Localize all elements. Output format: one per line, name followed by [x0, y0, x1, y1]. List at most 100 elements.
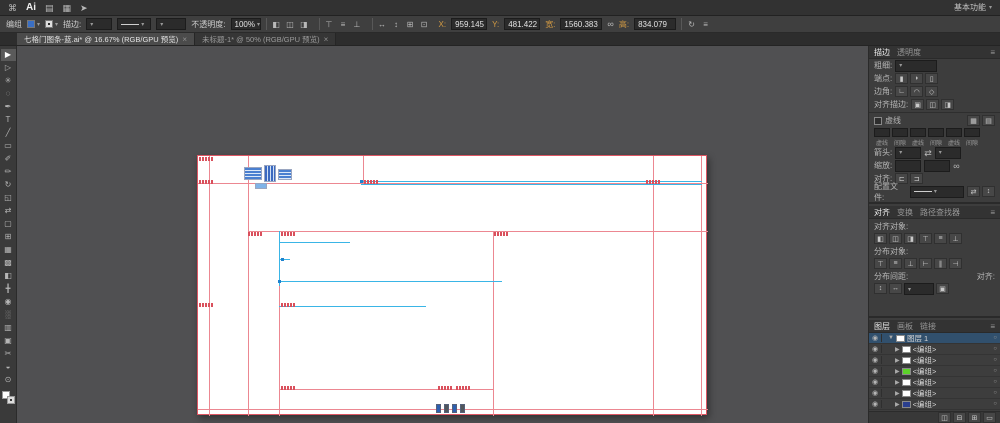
panel-menu-icon[interactable]: ≡ [990, 208, 995, 217]
expand-arrow-icon[interactable]: ▶ [895, 401, 900, 408]
link-scale-icon[interactable]: ∞ [953, 158, 959, 174]
pen-tool[interactable]: ✒ [1, 101, 16, 113]
slice-tool[interactable]: ✂ [1, 348, 16, 360]
align-left-icon[interactable]: ◧ [270, 18, 283, 30]
bevel-join-icon[interactable]: ◇ [925, 86, 938, 97]
arrowhead-start-dropdown[interactable]: ▾ [895, 147, 921, 159]
expand-arrow-icon[interactable]: ▶ [895, 379, 900, 386]
stroke-swatch[interactable] [7, 396, 15, 404]
projecting-cap-icon[interactable]: ▯ [925, 73, 938, 84]
scale-end-field[interactable] [924, 160, 950, 172]
flip-across-icon[interactable]: ↕ [982, 186, 995, 197]
collect-for-export-icon[interactable]: ◫ [938, 412, 951, 423]
tab-align[interactable]: 对齐 [874, 207, 890, 218]
visibility-eye-icon[interactable]: ◉ [869, 389, 882, 397]
layer-row[interactable]: ◉▶<编组>○ [869, 399, 1000, 410]
symbol-sprayer-tool[interactable]: ░ [1, 309, 16, 321]
blend-tool[interactable]: ◉ [1, 296, 16, 308]
document-tab-1[interactable]: 七格门图条-蓝.ai* @ 16.67% (RGB/GPU 预览) × [17, 33, 195, 45]
constrain-proportions-icon[interactable]: ∞ [607, 16, 613, 32]
flip-along-icon[interactable]: ⇄ [967, 186, 980, 197]
tab-links[interactable]: 链接 [920, 321, 936, 332]
artwork-tile[interactable] [460, 404, 465, 413]
expand-arrow-icon[interactable]: ▶ [895, 368, 900, 375]
document-tab-2[interactable]: 未标题-1* @ 50% (RGB/GPU 预览) × [195, 33, 336, 45]
dash-field[interactable] [946, 128, 962, 137]
butt-cap-icon[interactable]: ▮ [895, 73, 908, 84]
dist-left-icon[interactable]: ⊢ [919, 258, 932, 269]
panel-menu-icon[interactable]: ≡ [990, 322, 995, 331]
tab-layers[interactable]: 图层 [874, 321, 890, 332]
visibility-eye-icon[interactable]: ◉ [869, 400, 882, 408]
align-left-icon[interactable]: ◧ [874, 233, 887, 244]
layer-row[interactable]: ◉▼图层 1○ [869, 333, 1000, 344]
brush-definition-dropdown[interactable]: ▾ [117, 18, 151, 30]
stroke-center-icon[interactable]: ▣ [911, 99, 924, 110]
target-icon[interactable]: ○ [993, 401, 997, 407]
shape-builder-tool[interactable]: ⊞ [1, 231, 16, 243]
stroke-color-swatch[interactable]: ▾ [45, 20, 58, 28]
visibility-eye-icon[interactable]: ◉ [869, 345, 882, 353]
align-dash-icon[interactable]: ▤ [982, 115, 995, 126]
expand-arrow-icon[interactable]: ▶ [895, 346, 900, 353]
tab-artboards[interactable]: 画板 [897, 321, 913, 332]
tab-transparency[interactable]: 透明度 [897, 47, 921, 58]
new-sublayer-icon[interactable]: ⊟ [953, 412, 966, 423]
perspective-grid-tool[interactable]: ▦ [1, 244, 16, 256]
rectangle-tool[interactable]: ▭ [1, 140, 16, 152]
type-tool[interactable]: T [1, 114, 16, 126]
artwork-tile[interactable] [436, 404, 441, 413]
layer-row[interactable]: ◉▶<编组>○ [869, 388, 1000, 399]
width-profile-dropdown[interactable]: ▾ [910, 186, 964, 198]
close-icon[interactable]: × [324, 35, 329, 44]
target-icon[interactable]: ○ [993, 346, 997, 352]
anchor-point[interactable] [278, 280, 281, 283]
expand-arrow-icon[interactable]: ▶ [895, 390, 900, 397]
align-bottom-icon[interactable]: ⊥ [351, 18, 364, 30]
rotate-icon[interactable]: ↻ [685, 18, 698, 30]
layer-row[interactable]: ◉▶<编组>○ [869, 377, 1000, 388]
workspace-switcher[interactable]: 基本功能 ▾ [954, 2, 992, 13]
dist-top-icon[interactable]: ⊤ [874, 258, 887, 269]
expand-arrow-icon[interactable]: ▼ [888, 335, 894, 341]
style-dropdown[interactable]: ▾ [156, 18, 186, 30]
tab-transform[interactable]: 变换 [897, 207, 913, 218]
fill-stroke-swatches[interactable] [2, 391, 15, 404]
target-icon[interactable]: ○ [993, 335, 997, 341]
dashed-line-checkbox[interactable] [874, 117, 882, 125]
dash-field[interactable] [874, 128, 890, 137]
direct-selection-tool[interactable]: ▷ [1, 62, 16, 74]
free-transform-tool[interactable]: ▢ [1, 218, 16, 230]
tab-pathfinder[interactable]: 路径查找器 [920, 207, 960, 218]
gradient-tool[interactable]: ◧ [1, 270, 16, 282]
eyedropper-tool[interactable]: ╋ [1, 283, 16, 295]
distribute-v-icon[interactable]: ↕ [390, 18, 403, 30]
paintbrush-tool[interactable]: ✐ [1, 153, 16, 165]
dash-field[interactable] [964, 128, 980, 137]
mesh-tool[interactable]: ▩ [1, 257, 16, 269]
layer-row[interactable]: ◉▶<编组>○ [869, 366, 1000, 377]
lasso-tool[interactable]: ◌ [1, 88, 16, 100]
distribute-h-icon[interactable]: ↔ [376, 18, 389, 30]
target-icon[interactable]: ○ [993, 368, 997, 374]
stroke-weight-dropdown[interactable]: ▾ [895, 60, 937, 72]
swap-arrowheads-icon[interactable]: ⇄ [924, 145, 932, 161]
preserve-dash-icon[interactable]: ▦ [967, 115, 980, 126]
delete-layer-icon[interactable]: ▭ [983, 412, 996, 423]
arrange-icon[interactable]: ⊡ [418, 18, 431, 30]
artwork-tile[interactable] [444, 404, 449, 413]
panel-menu-icon[interactable]: ≡ [990, 48, 995, 57]
more-options-icon[interactable]: ≡ [699, 18, 712, 30]
anchor-point[interactable] [360, 180, 363, 183]
close-icon[interactable]: × [182, 35, 187, 44]
apple-menu-icon[interactable]: ⌘ [8, 0, 17, 16]
stroke-outside-icon[interactable]: ◨ [941, 99, 954, 110]
rotate-tool[interactable]: ↻ [1, 179, 16, 191]
expand-arrow-icon[interactable]: ▶ [895, 357, 900, 364]
dist-bottom-icon[interactable]: ⊥ [904, 258, 917, 269]
selection-tool[interactable]: ▶ [1, 49, 16, 61]
height-field[interactable]: 834.079 [634, 18, 676, 30]
dash-field[interactable] [892, 128, 908, 137]
magic-wand-tool[interactable]: ✳ [1, 75, 16, 87]
placed-image-thumbnail[interactable] [278, 169, 292, 180]
